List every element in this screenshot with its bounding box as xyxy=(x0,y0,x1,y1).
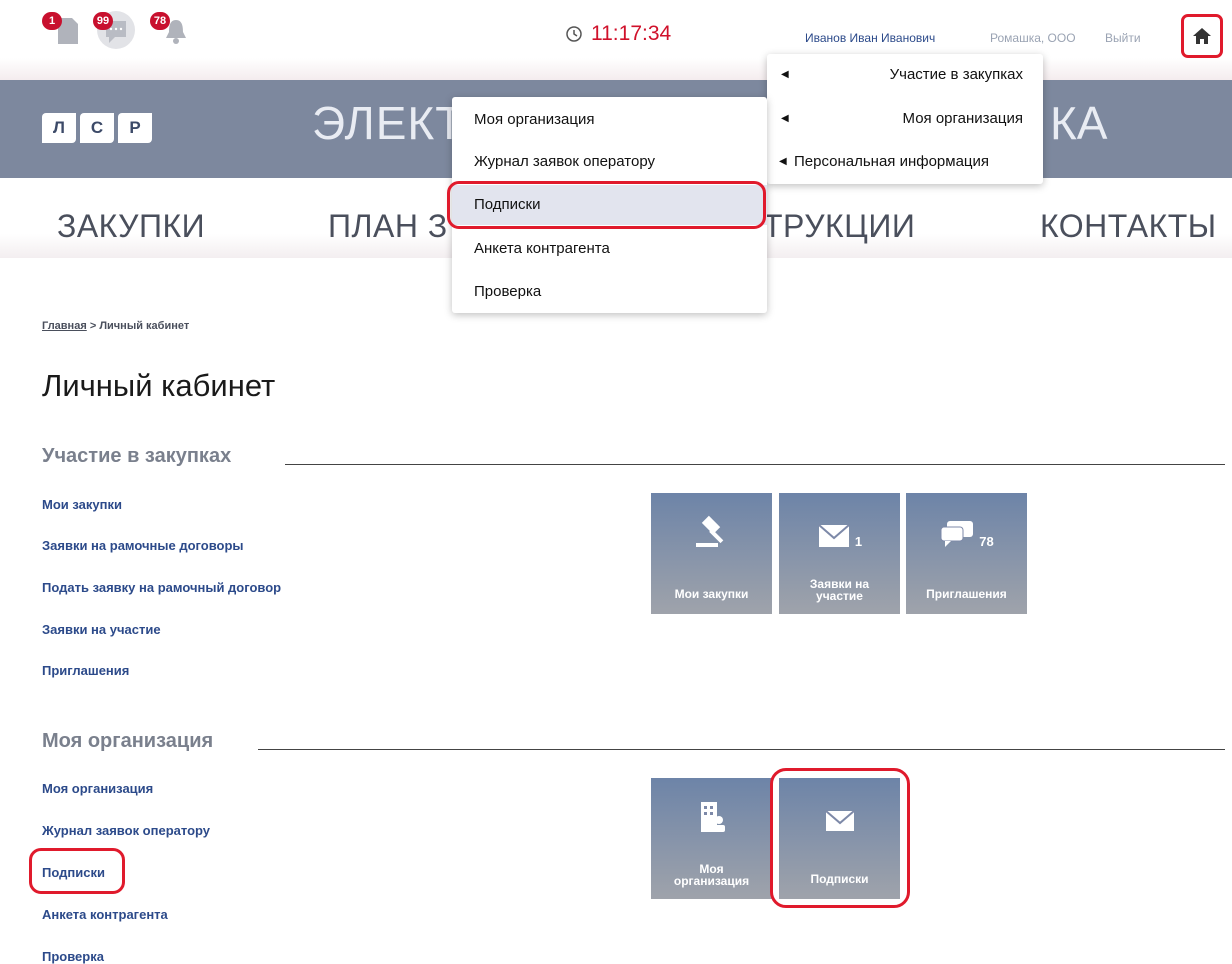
tile-my-purchases[interactable]: Мои закупки xyxy=(651,493,772,614)
tile-invitations[interactable]: 78 Приглашения xyxy=(906,493,1027,614)
breadcrumb-separator: > xyxy=(89,320,97,332)
home-button[interactable] xyxy=(1181,14,1223,58)
section-title-organization: Моя организация xyxy=(42,730,214,752)
envelope-icon xyxy=(824,810,855,831)
header-separator xyxy=(0,58,1232,80)
tile-count: 1 xyxy=(854,534,863,549)
menu-item-participation[interactable]: ◀ Участие в закупках xyxy=(767,66,1043,88)
menu-item-organization[interactable]: ◀ Моя организация xyxy=(767,110,1043,132)
link-framework-requests[interactable]: Заявки на рамочные договоры xyxy=(42,538,244,553)
submenu-item-counterparty-form[interactable]: Анкета контрагента xyxy=(474,240,610,257)
section-divider xyxy=(258,749,1225,750)
breadcrumb-home-link[interactable]: Главная xyxy=(42,320,87,332)
link-subscriptions[interactable]: Подписки xyxy=(42,865,105,880)
link-my-purchases[interactable]: Мои закупки xyxy=(42,497,122,512)
link-participation-requests[interactable]: Заявки на участие xyxy=(42,622,161,637)
submenu-item-subscriptions[interactable]: Подписки xyxy=(452,185,767,225)
menu-item-personal-info[interactable]: ◀ Персональная информация xyxy=(767,153,1043,175)
submenu-item-operator-log[interactable]: Журнал заявок оператору xyxy=(474,153,655,170)
tile-label: Мои закупки xyxy=(674,587,749,601)
tile-label: Приглашения xyxy=(926,587,1007,601)
tile-label: Заявки на участие xyxy=(809,577,870,603)
link-operator-request-log[interactable]: Журнал заявок оператору xyxy=(42,823,210,838)
organization-submenu: Моя организация Журнал заявок оператору … xyxy=(452,97,767,313)
tile-label: Подписки xyxy=(810,872,869,886)
link-invitations[interactable]: Приглашения xyxy=(42,663,129,678)
messages-notification[interactable]: 99 xyxy=(93,10,136,55)
link-my-organization[interactable]: Моя организация xyxy=(42,781,153,796)
alerts-notification[interactable]: 78 xyxy=(150,12,192,51)
notification-count: 78 xyxy=(150,12,170,30)
documents-notification[interactable]: 1 xyxy=(42,12,84,51)
tile-subscriptions[interactable]: Подписки xyxy=(779,778,900,899)
notification-count: 1 xyxy=(42,12,62,30)
tile-count: 78 xyxy=(979,534,994,549)
submenu-item-verification[interactable]: Проверка xyxy=(474,283,541,300)
logo-letter: Л xyxy=(42,113,76,143)
logo-letter: С xyxy=(80,113,114,143)
breadcrumb-current: Личный кабинет xyxy=(99,320,190,332)
nav-instructions[interactable]: ТРУКЦИИ xyxy=(763,208,915,245)
chat-bubbles-icon xyxy=(940,521,974,547)
envelope-icon xyxy=(818,524,850,547)
notification-count: 99 xyxy=(93,12,113,30)
page-title: Личный кабинет xyxy=(42,368,276,403)
banner-title-end: КА xyxy=(1050,97,1108,149)
timer-icon xyxy=(566,26,582,42)
caret-left-icon: ◀ xyxy=(779,156,787,167)
caret-left-icon: ◀ xyxy=(781,113,789,124)
link-counterparty-form[interactable]: Анкета контрагента xyxy=(42,907,168,922)
home-icon xyxy=(1193,28,1211,44)
nav-purchases[interactable]: ЗАКУПКИ xyxy=(57,208,205,245)
tile-label: Моя организация xyxy=(673,862,750,888)
tile-participation-requests[interactable]: 1 Заявки на участие xyxy=(779,493,900,614)
logout-link[interactable]: Выйти xyxy=(1105,31,1141,45)
submenu-item-my-organization[interactable]: Моя организация xyxy=(474,111,594,128)
logo[interactable]: Л С Р xyxy=(42,113,152,143)
timer-value: 11:17:34 xyxy=(591,22,672,45)
section-divider xyxy=(285,464,1225,465)
link-submit-framework-request[interactable]: Подать заявку на рамочный договор xyxy=(42,580,281,595)
organization-link[interactable]: Ромашка, ООО xyxy=(990,31,1076,45)
caret-left-icon: ◀ xyxy=(781,69,789,80)
nav-plan[interactable]: ПЛАН З xyxy=(328,208,448,245)
banner-title: ЭЛЕКТ xyxy=(312,97,465,149)
user-name-link[interactable]: Иванов Иван Иванович xyxy=(805,31,935,45)
session-timer: 11:17:34 xyxy=(565,22,671,46)
tile-my-organization[interactable]: Моя организация xyxy=(651,778,772,899)
logo-letter: Р xyxy=(118,113,152,143)
building-user-icon xyxy=(700,802,725,832)
nav-contacts[interactable]: КОНТАКТЫ xyxy=(1040,208,1217,245)
gavel-icon xyxy=(695,515,723,547)
section-title-participation: Участие в закупках xyxy=(42,445,232,467)
breadcrumb: Главная > Личный кабинет xyxy=(42,320,189,332)
cabinet-menu: ◀ Участие в закупках ◀ Моя организация ◀… xyxy=(767,54,1043,184)
